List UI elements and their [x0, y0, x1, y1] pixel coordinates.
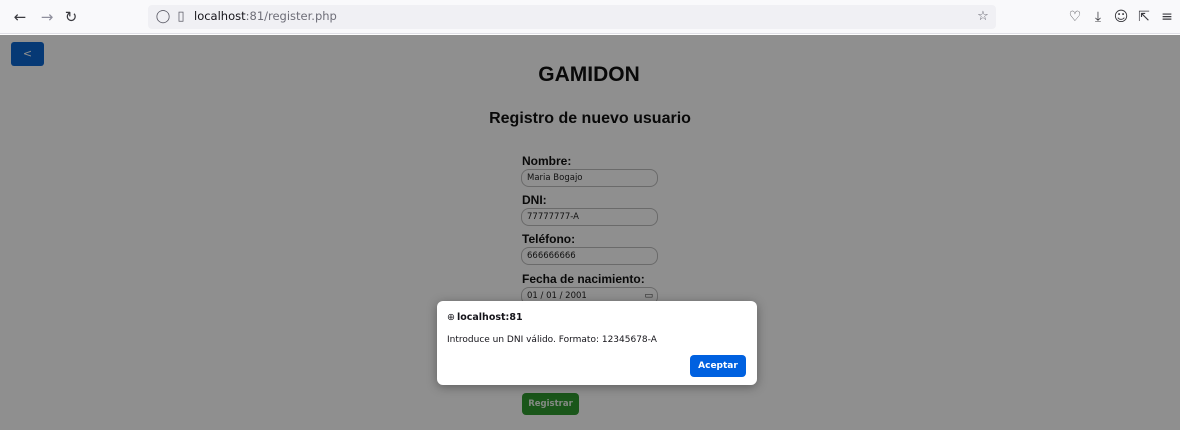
- back-icon[interactable]: ←: [10, 7, 30, 27]
- url-host: localhost: [194, 9, 246, 23]
- pocket-icon[interactable]: ♡: [1065, 7, 1085, 27]
- url-path: :81/register.php: [245, 9, 337, 23]
- extensions-icon[interactable]: ⇱: [1134, 7, 1154, 27]
- dialog-message: Introduce un DNI válido. Formato: 123456…: [447, 335, 657, 345]
- forward-icon[interactable]: →: [37, 7, 57, 27]
- dialog-header: ⊕ localhost:81: [447, 312, 523, 323]
- shield-icon[interactable]: ◯: [154, 8, 172, 26]
- dialog-origin: localhost:81: [456, 312, 523, 323]
- account-icon[interactable]: ☺: [1111, 7, 1131, 27]
- globe-icon: ⊕: [447, 312, 455, 323]
- browser-toolbar: ← → ↻ ◯ ▯ localhost:81/register.php ☆ ♡ …: [0, 0, 1180, 34]
- menu-icon[interactable]: ≡: [1157, 7, 1177, 27]
- alert-dialog: ⊕ localhost:81 Introduce un DNI válido. F…: [437, 301, 757, 385]
- download-icon[interactable]: ⤓: [1088, 7, 1108, 27]
- url-text[interactable]: localhost:81/register.php: [194, 9, 337, 23]
- reload-icon[interactable]: ↻: [61, 7, 81, 27]
- accept-button[interactable]: Aceptar: [690, 355, 746, 377]
- bookmark-star-icon[interactable]: ☆: [974, 8, 992, 26]
- url-bar[interactable]: ◯ ▯ localhost:81/register.php ☆: [148, 5, 996, 29]
- page-icon[interactable]: ▯: [172, 8, 190, 26]
